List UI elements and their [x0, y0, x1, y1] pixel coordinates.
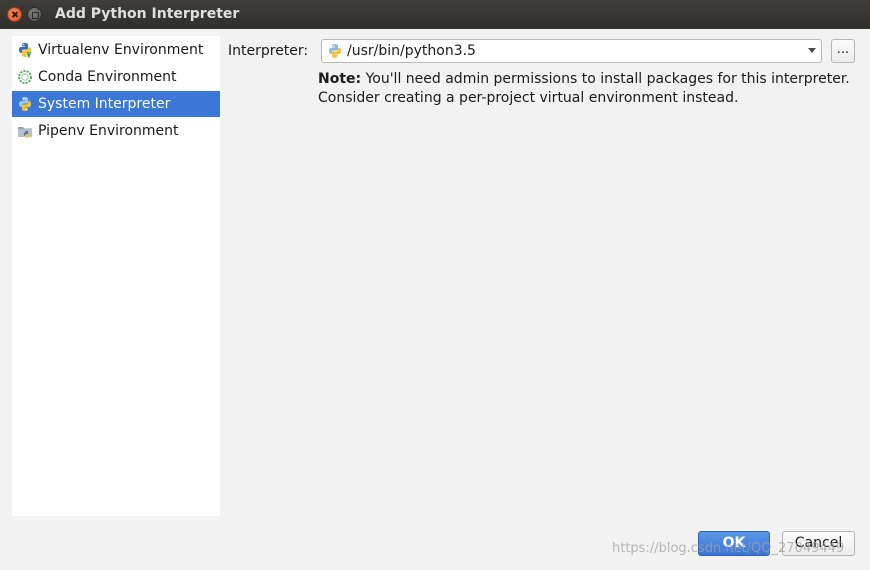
sidebar-item-virtualenv[interactable]: Virtualenv Environment: [12, 37, 220, 63]
pipenv-icon: [18, 127, 32, 138]
browse-interpreter-button[interactable]: ...: [831, 39, 855, 63]
chevron-down-icon[interactable]: [808, 48, 816, 53]
close-window-button[interactable]: [7, 7, 22, 22]
interpreter-path-value: /usr/bin/python3.5: [347, 43, 476, 59]
note-line-2: Consider creating a per-project virtual …: [318, 90, 739, 106]
python-icon: [329, 44, 341, 58]
note-heading: Note:: [318, 71, 362, 87]
interpreter-select[interactable]: /usr/bin/python3.5: [321, 39, 822, 63]
sidebar-item-label: Virtualenv Environment: [38, 42, 204, 58]
python-virtualenv-icon: [19, 43, 32, 58]
note-line-1: You'll need admin permissions to install…: [365, 71, 850, 87]
dialog-window: Add Python Interpreter Virtualenv Enviro…: [0, 0, 870, 570]
title-bar: Add Python Interpreter: [0, 0, 870, 29]
sidebar-item-label: System Interpreter: [38, 96, 171, 112]
conda-icon: [18, 70, 32, 84]
sidebar-item-pipenv[interactable]: Pipenv Environment: [12, 118, 220, 144]
admin-permissions-note: Note: You'll need admin permissions to i…: [318, 70, 858, 108]
watermark-text: https://blog.csdn.net/QQ_27049449: [612, 541, 845, 556]
environment-type-list: Virtualenv Environment Conda Environment…: [12, 36, 220, 516]
sidebar-item-conda[interactable]: Conda Environment: [12, 64, 220, 90]
maximize-window-button[interactable]: [27, 7, 42, 22]
dialog-title: Add Python Interpreter: [55, 6, 240, 22]
python-icon: [19, 97, 31, 111]
sidebar-item-system-interpreter[interactable]: System Interpreter: [12, 91, 220, 117]
interpreter-label: Interpreter:: [228, 43, 309, 59]
sidebar-item-label: Pipenv Environment: [38, 123, 179, 139]
sidebar-item-label: Conda Environment: [38, 69, 177, 85]
